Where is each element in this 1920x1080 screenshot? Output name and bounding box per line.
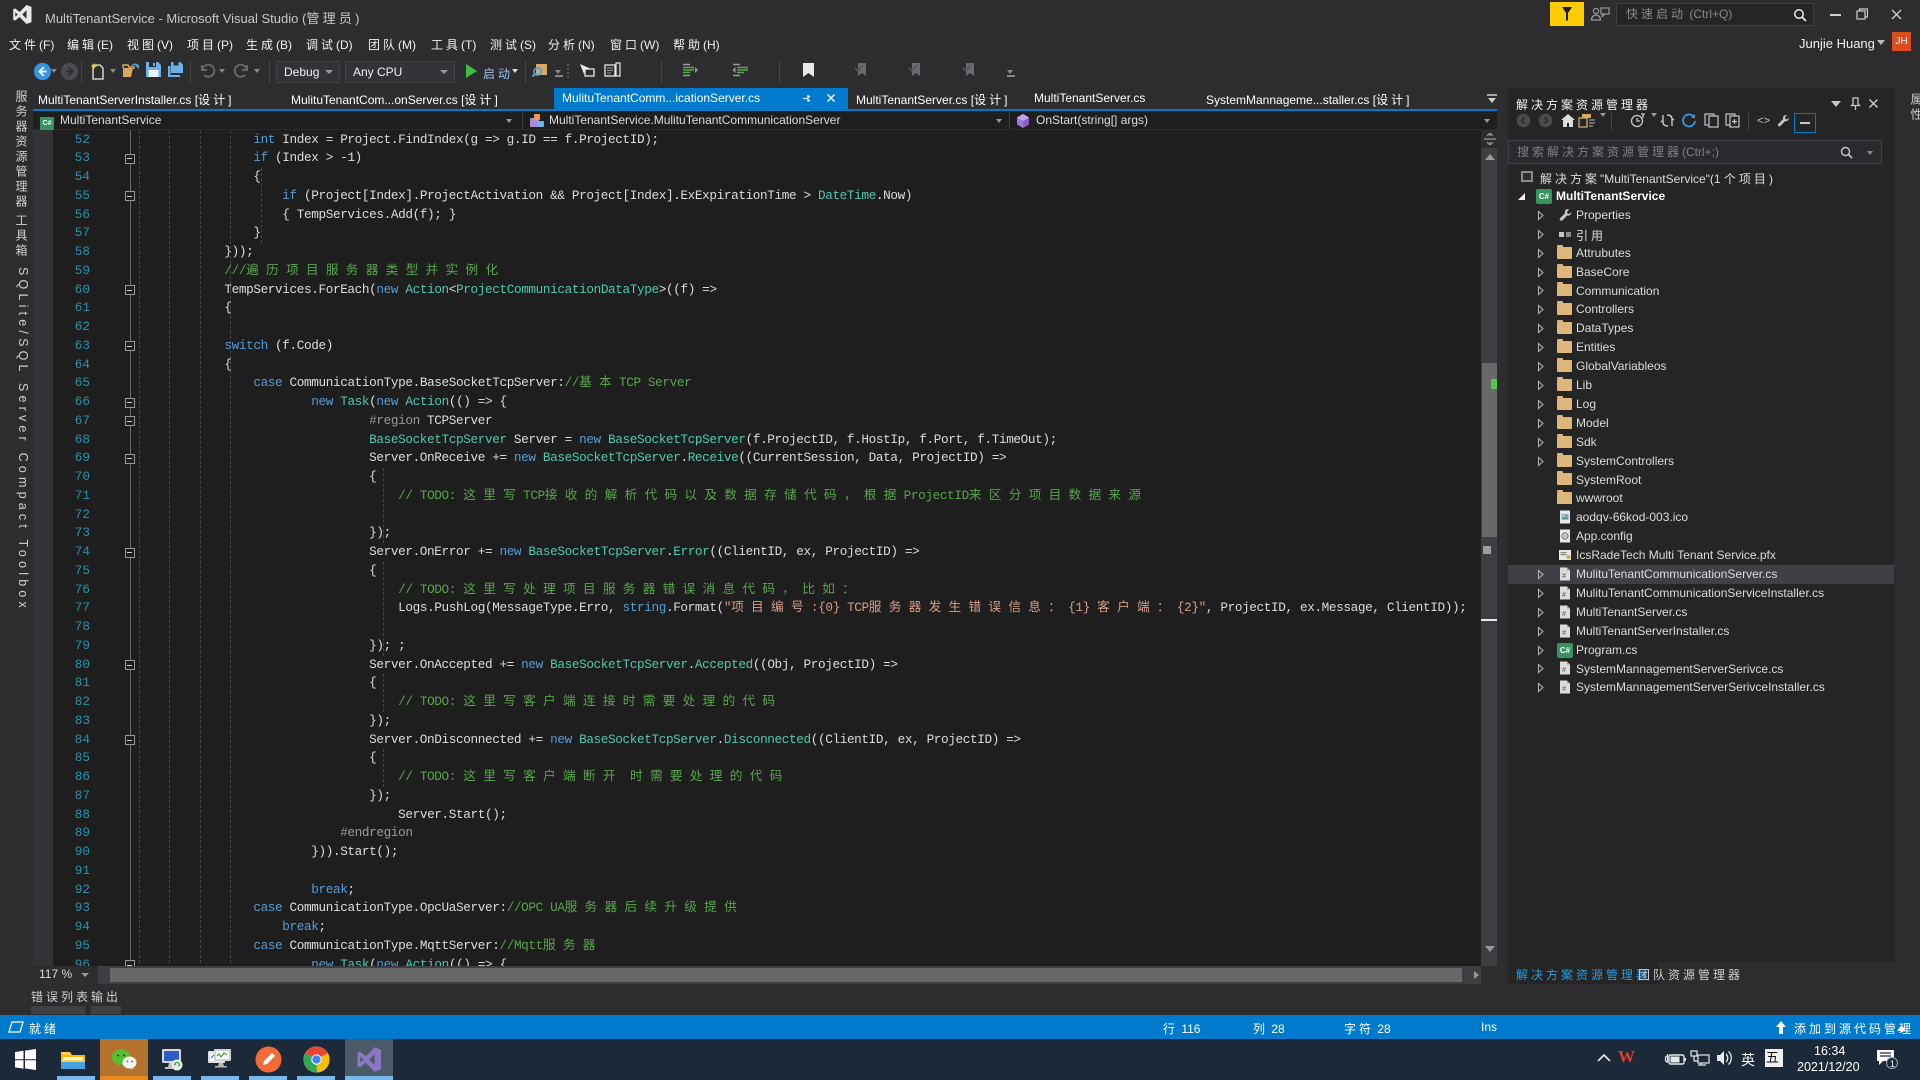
svg-text:#: # [1562, 573, 1566, 580]
svg-text:#: # [1562, 686, 1566, 693]
svg-text:#: # [1562, 611, 1566, 618]
svg-text:1: 1 [1890, 1059, 1895, 1069]
svg-text:#: # [1562, 667, 1566, 674]
svg-text:#: # [1562, 630, 1566, 637]
svg-text:#: # [1562, 592, 1566, 599]
